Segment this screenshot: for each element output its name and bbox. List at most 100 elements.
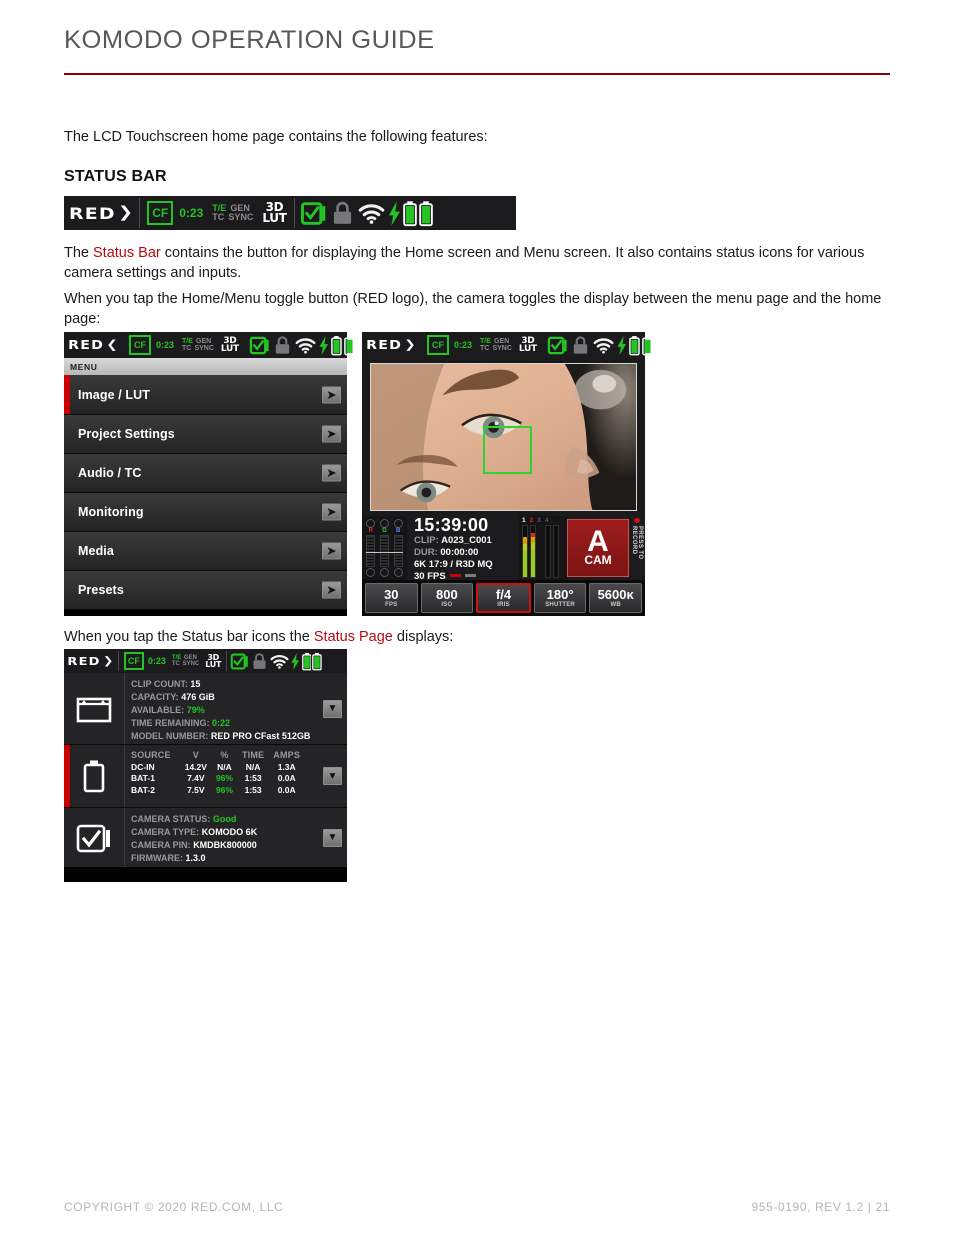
document-header: KOMODO OPERATION GUIDE (64, 26, 890, 55)
media-status-group[interactable]: CF 0:23 T/E GEN TC SYNC 3D LUT (421, 332, 543, 358)
bolt-icon[interactable] (290, 652, 300, 671)
clip-info[interactable]: 15:39:00 CLIP: A023_C001 DUR: 00:00:00 6… (407, 516, 519, 583)
status-page-status-bar[interactable]: RED ❯ CF 0:23 T/E GEN TC SYNC 3D LUT (64, 649, 347, 673)
status-line: TIME REMAINING: 0:22 (131, 717, 341, 730)
menu-item-label: Media (78, 544, 114, 558)
lock-icon[interactable] (272, 335, 293, 356)
control-unit: FPS (385, 602, 398, 608)
control-button-fps[interactable]: 30 FPS (365, 583, 418, 613)
histogram-midline (366, 551, 403, 553)
battery-icon[interactable] (344, 335, 356, 356)
viewfinder[interactable] (362, 358, 645, 516)
intro-text: The LCD Touchscreen home page contains t… (64, 129, 488, 145)
clip-value: A023_C001 (441, 534, 492, 546)
camera-info: CAMERA STATUS: Good CAMERA TYPE: KOMODO 6… (125, 808, 347, 867)
system-status-icons[interactable] (245, 332, 359, 358)
menu-item-presets[interactable]: Presets ➤ (64, 571, 347, 610)
menu-status-bar[interactable]: RED ❮ CF 0:23 T/E GEN TC SYNC 3D LUT (64, 332, 356, 358)
control-button-row: 30 FPS 800 ISO f/4 IRIS 180° SHUTTER 560… (362, 580, 645, 616)
camera-expand-chevron[interactable]: ▼ (323, 828, 342, 847)
menu-item-image-lut[interactable]: Image / LUT ➤ (64, 375, 347, 415)
battery-amps: 0.0A (277, 784, 296, 795)
sync-indicator: SYNC (194, 345, 214, 352)
page-indicator (450, 574, 476, 577)
menu-item-chevron[interactable]: ➤ (322, 464, 341, 482)
check-card-icon[interactable] (547, 335, 568, 356)
control-button-shutter[interactable]: 180° SHUTTER (533, 583, 587, 613)
battery-icon[interactable] (419, 200, 434, 227)
media-status-group[interactable]: CF 0:23 T/E GEN TC SYNC 3D LUT (123, 332, 245, 358)
lut-bottom: LUT (262, 211, 287, 225)
lock-icon[interactable] (329, 200, 356, 227)
battery-icon[interactable] (301, 652, 312, 671)
system-status-icons[interactable] (543, 332, 657, 358)
battery-table-header-row: SOURCE V% TIME AMPS (131, 750, 309, 762)
battery-col-header: % (220, 750, 229, 760)
wifi-icon[interactable] (593, 335, 614, 356)
control-button-iso[interactable]: 800 ISO (420, 583, 474, 613)
status-bar[interactable]: RED ❯ CF 0:23 T/E GEN TC SYNC 3D LUT (64, 196, 516, 230)
status-row-power[interactable]: SOURCE V% TIME AMPS DC-IN 14.2V N/A N/A 1.3… (64, 745, 347, 808)
status-line-value: 476 GiB (181, 692, 215, 703)
red-logo: RED ❯ (67, 655, 114, 668)
battery-icon[interactable] (403, 200, 418, 227)
bolt-icon[interactable] (318, 335, 330, 356)
battery-icon[interactable] (629, 335, 641, 356)
battery-icon[interactable] (331, 335, 343, 356)
menu-item-chevron[interactable]: ➤ (322, 503, 341, 521)
record-button[interactable]: A CAM (567, 519, 629, 577)
check-card-icon[interactable] (230, 652, 249, 671)
menu-item-chevron[interactable]: ➤ (322, 425, 341, 443)
menu-item-chevron[interactable]: ➤ (322, 581, 341, 599)
histogram-dot (379, 568, 389, 577)
status-page-figure: RED ❯ CF 0:23 T/E GEN TC SYNC 3D LUT CLI… (64, 649, 347, 882)
system-status-icons[interactable] (295, 196, 439, 230)
lock-icon[interactable] (250, 652, 269, 671)
wifi-icon[interactable] (295, 335, 316, 356)
red-logo-text: RED (68, 338, 105, 352)
menu-item-monitoring[interactable]: Monitoring ➤ (64, 493, 347, 532)
media-expand-chevron[interactable]: ▼ (323, 699, 342, 718)
battery-table-row: BAT-1 7.4V 96% 1:53 0.0A (131, 773, 309, 784)
status-row-camera[interactable]: CAMERA STATUS: Good CAMERA TYPE: KOMODO 6… (64, 808, 347, 867)
status-line: CAMERA STATUS: Good (131, 813, 341, 826)
home-status-bar[interactable]: RED ❯ CF 0:23 T/E GEN TC SYNC 3D LUT (362, 332, 654, 358)
battery-amps: 0.0A (277, 773, 296, 784)
control-button-iris[interactable]: f/4 IRIS (476, 583, 531, 613)
battery-table-body: DC-IN 14.2V N/A N/A 1.3A BAT-1 7.4V 96% … (131, 762, 309, 796)
format-line: 6K 17:9 / R3D MQ (414, 559, 493, 571)
home-menu-toggle-button[interactable]: RED ❯ (362, 332, 421, 358)
status-line-value: 79% (186, 705, 205, 716)
rgb-histogram[interactable]: R G B (362, 516, 407, 580)
home-menu-toggle-button[interactable]: RED ❯ (64, 649, 118, 673)
p1-rest: contains the button for displaying the H… (64, 245, 865, 281)
bolt-icon[interactable] (616, 335, 628, 356)
menu-item-audio-tc[interactable]: Audio / TC ➤ (64, 454, 347, 493)
media-status-group[interactable]: CF 0:23 T/E GEN TC SYNC 3D LUT (119, 649, 226, 673)
menu-item-media[interactable]: Media ➤ (64, 532, 347, 571)
menu-item-chevron[interactable]: ➤ (322, 386, 341, 403)
check-card-icon[interactable] (300, 200, 327, 227)
status-row-media[interactable]: CLIP COUNT: 15 CAPACITY: 476 GiB AVAILABLE… (64, 673, 347, 745)
status-line-key: CLIP COUNT: (131, 679, 188, 689)
media-status-group[interactable]: CF 0:23 T/E GEN TC SYNC 3D LUT (140, 196, 293, 230)
bolt-icon[interactable] (387, 200, 402, 227)
menu-item-chevron[interactable]: ➤ (322, 542, 341, 560)
menu-item-project-settings[interactable]: Project Settings ➤ (64, 415, 347, 454)
wifi-icon[interactable] (358, 200, 385, 227)
home-menu-toggle-button[interactable]: RED ❮ (64, 332, 123, 358)
home-menu-toggle-button[interactable]: RED ❯ (64, 196, 139, 230)
paragraph-1-block: The Status Bar contains the button for d… (64, 243, 890, 283)
wifi-icon[interactable] (270, 652, 289, 671)
battery-icon[interactable] (312, 652, 323, 671)
gen-indicator: GEN (494, 338, 510, 345)
power-expand-chevron[interactable]: ▼ (323, 767, 342, 785)
duration-line: DUR: 00:00:00 (414, 547, 519, 559)
audio-meters[interactable]: 1 2 3 4 (519, 516, 567, 580)
system-status-icons[interactable] (227, 649, 325, 673)
red-logo-text: RED (69, 203, 116, 223)
battery-icon[interactable] (642, 335, 654, 356)
control-button-wb[interactable]: 5600ᴋ WB (589, 583, 642, 613)
lock-icon[interactable] (570, 335, 591, 356)
check-card-icon[interactable] (249, 335, 270, 356)
